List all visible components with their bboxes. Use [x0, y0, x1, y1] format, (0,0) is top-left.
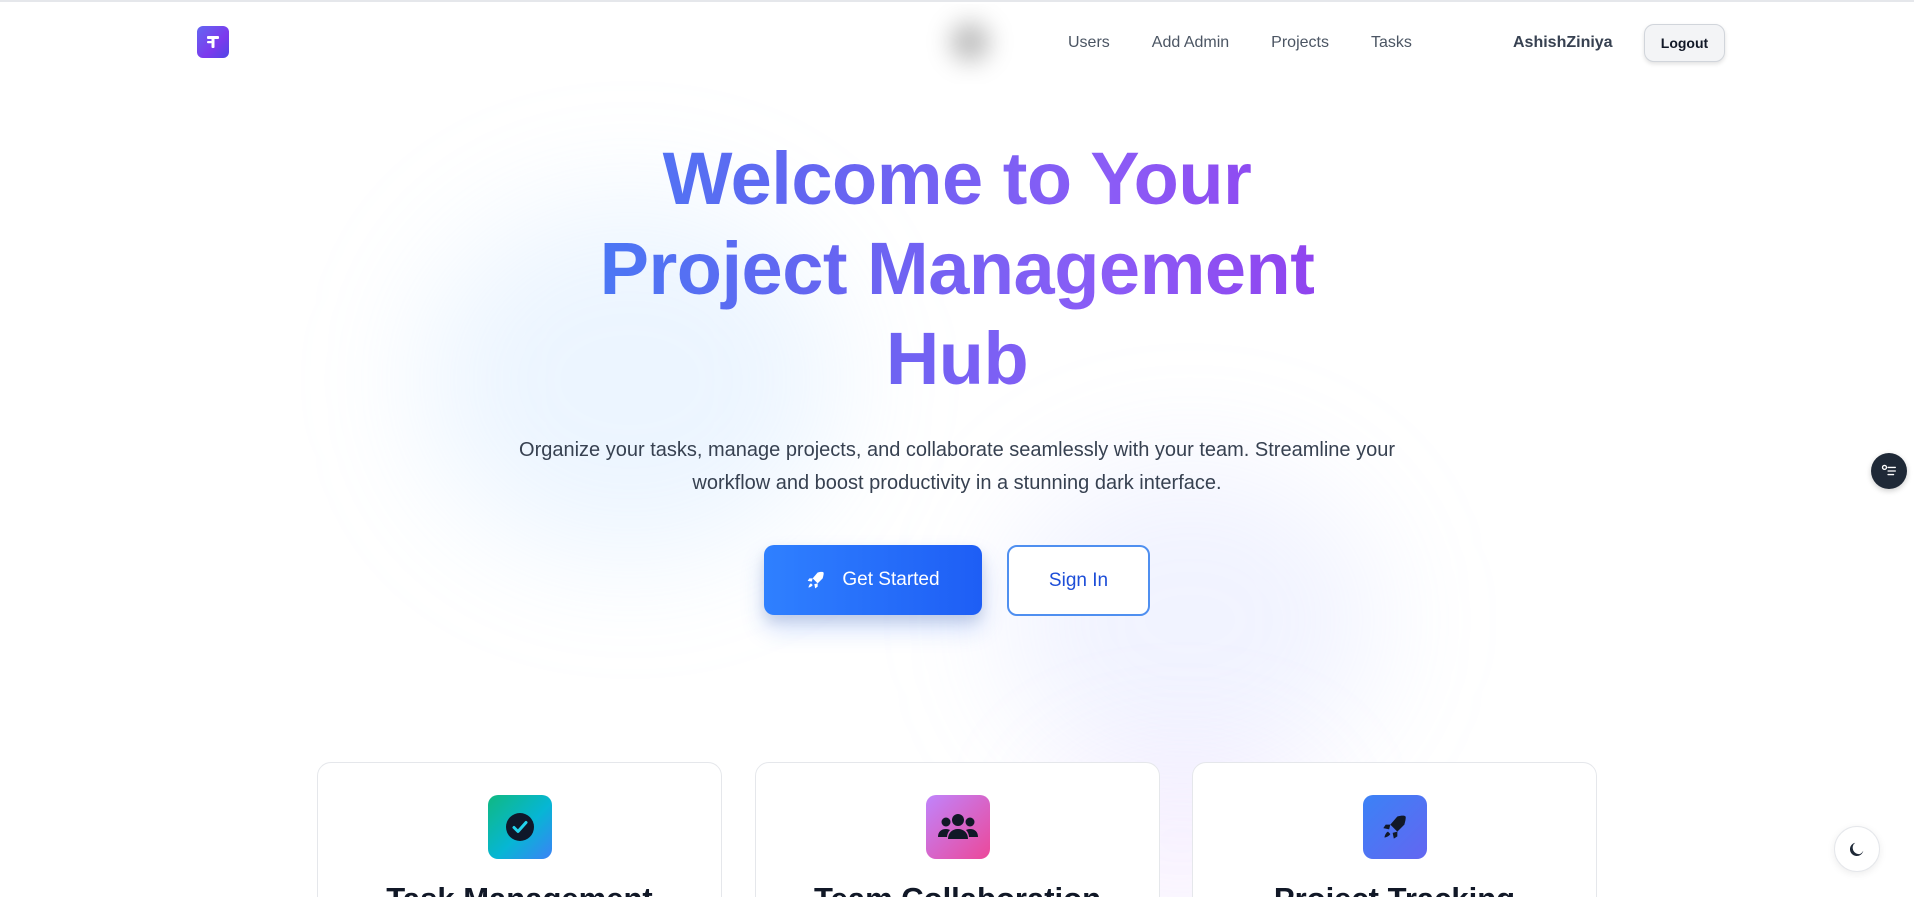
feature-card-task-management: Task Management	[317, 762, 722, 897]
nav-link-projects[interactable]: Projects	[1271, 34, 1329, 52]
moon-icon	[1849, 842, 1864, 857]
get-started-button[interactable]: Get Started	[764, 545, 982, 615]
feature-card-title: Task Management	[318, 881, 721, 897]
hero-subtitle: Organize your tasks, manage projects, an…	[519, 439, 1395, 494]
users-icon	[926, 795, 990, 859]
hero-title-line: Project Management	[599, 227, 1315, 310]
app-logo[interactable]	[197, 26, 229, 58]
floating-list-button[interactable]	[1871, 453, 1907, 489]
nav-link-add-admin[interactable]: Add Admin	[1152, 34, 1229, 52]
hero-title-line: Welcome to Your	[662, 137, 1252, 220]
nav-links: Users Add Admin Projects Tasks	[1068, 34, 1454, 52]
nav-link-users[interactable]: Users	[1068, 34, 1110, 52]
feature-card-team-collaboration: Team Collaboration	[755, 762, 1160, 897]
check-circle-icon	[488, 795, 552, 859]
logout-button[interactable]: Logout	[1644, 24, 1725, 62]
feature-card-title: Team Collaboration	[756, 881, 1159, 897]
username-label: AshishZiniya	[1513, 34, 1613, 51]
hero-title-line: Hub	[885, 317, 1029, 400]
get-started-label: Get Started	[842, 569, 940, 590]
list-icon	[1881, 464, 1896, 476]
logo-icon	[207, 36, 219, 48]
navbar: Users Add Admin Projects Tasks AshishZin…	[0, 2, 1914, 82]
hero-title: Welcome to Your Project Management Hub	[457, 134, 1457, 404]
background-glow	[1000, 460, 1380, 780]
sign-in-button[interactable]: Sign In	[1007, 545, 1150, 616]
feature-card-project-tracking: Project Tracking	[1192, 762, 1597, 897]
nav-link-tasks[interactable]: Tasks	[1371, 34, 1412, 52]
rocket-icon	[1363, 795, 1427, 859]
nav-shadow-decoration	[925, 4, 1015, 84]
feature-card-title: Project Tracking	[1193, 881, 1596, 897]
theme-toggle-button[interactable]	[1834, 826, 1880, 872]
rocket-icon	[806, 570, 826, 590]
